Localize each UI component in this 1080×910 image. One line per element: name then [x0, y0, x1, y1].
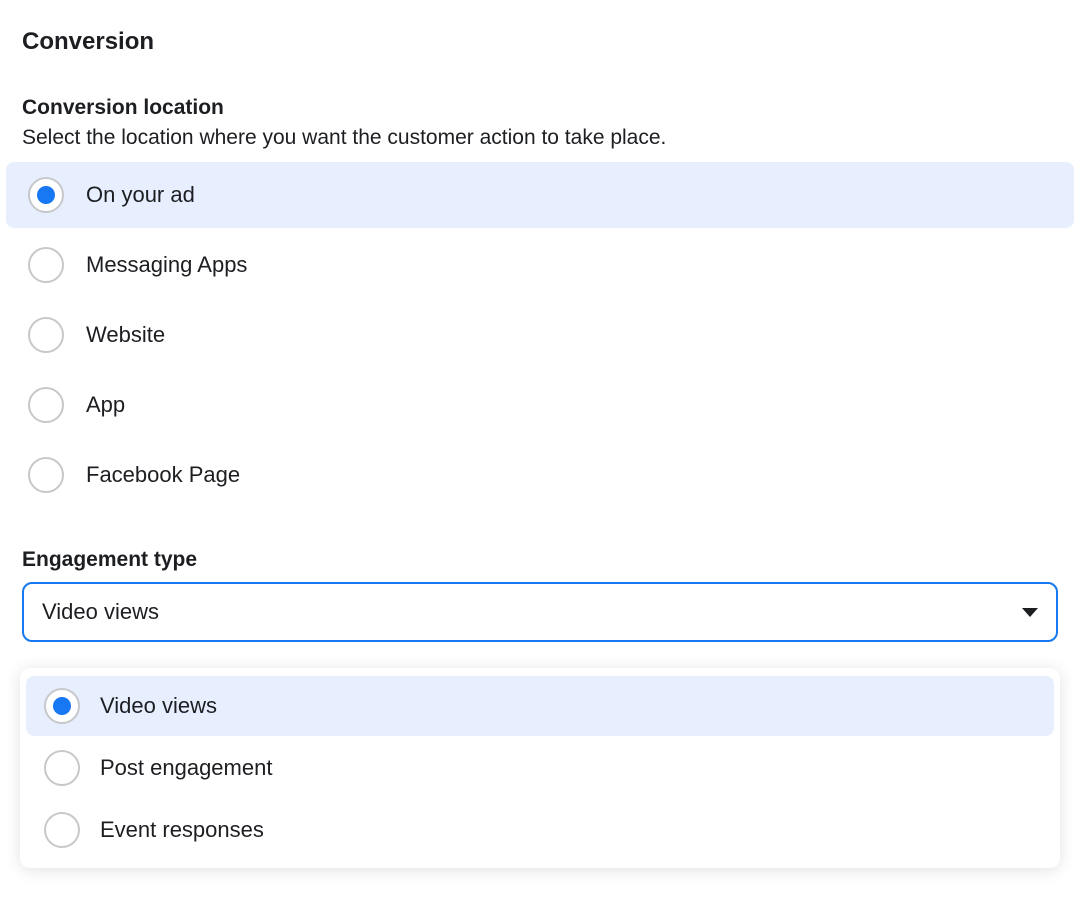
section-title: Conversion: [22, 28, 1080, 56]
dropdown-option-label: Video views: [100, 693, 217, 719]
dropdown-option-post-engagement[interactable]: Post engagement: [26, 738, 1054, 798]
conversion-location-group: On your ad Messaging Apps Website App Fa…: [0, 162, 1080, 508]
dropdown-option-label: Post engagement: [100, 755, 272, 781]
radio-label: App: [86, 392, 125, 418]
radio-label: Messaging Apps: [86, 252, 247, 278]
conversion-location-description: Select the location where you want the c…: [22, 126, 1080, 150]
engagement-type-select[interactable]: Video views: [22, 582, 1058, 642]
chevron-down-icon: [1022, 608, 1038, 617]
dropdown-option-label: Event responses: [100, 817, 264, 843]
radio-icon: [28, 317, 64, 353]
radio-facebook-page[interactable]: Facebook Page: [6, 442, 1074, 508]
radio-icon: [44, 812, 80, 848]
radio-icon: [44, 750, 80, 786]
radio-label: Facebook Page: [86, 462, 240, 488]
radio-label: On your ad: [86, 182, 195, 208]
engagement-type-selected-value: Video views: [42, 599, 159, 625]
radio-icon: [28, 177, 64, 213]
dropdown-option-event-responses[interactable]: Event responses: [26, 800, 1054, 860]
engagement-type-select-wrapper: Video views: [22, 582, 1058, 642]
dropdown-option-video-views[interactable]: Video views: [26, 676, 1054, 736]
radio-icon: [28, 457, 64, 493]
radio-icon: [28, 247, 64, 283]
radio-app[interactable]: App: [6, 372, 1074, 438]
engagement-type-dropdown: Video views Post engagement Event respon…: [20, 668, 1060, 868]
radio-on-your-ad[interactable]: On your ad: [6, 162, 1074, 228]
radio-website[interactable]: Website: [6, 302, 1074, 368]
radio-label: Website: [86, 322, 165, 348]
radio-icon: [28, 387, 64, 423]
radio-icon: [44, 688, 80, 724]
conversion-location-title: Conversion location: [22, 96, 1080, 120]
radio-messaging-apps[interactable]: Messaging Apps: [6, 232, 1074, 298]
engagement-type-title: Engagement type: [22, 548, 1080, 572]
